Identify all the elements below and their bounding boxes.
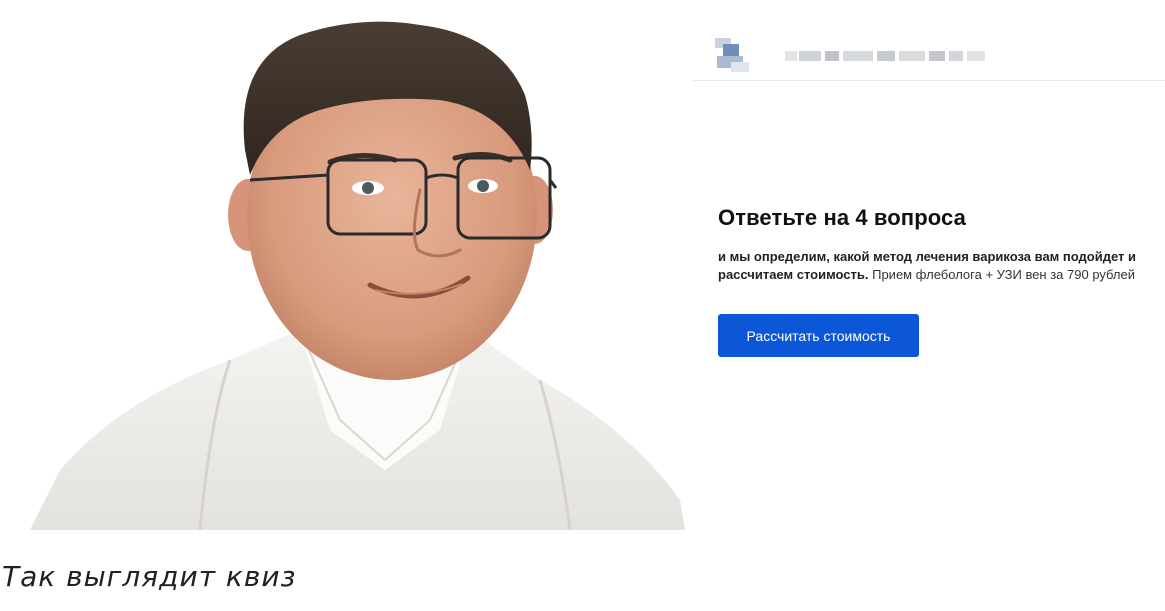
quiz-header: [693, 28, 1165, 81]
doctor-photo: [0, 0, 693, 530]
doctor-portrait-image: [30, 21, 685, 530]
page: Ответьте на 4 вопроса и мы определим, ка…: [0, 0, 1165, 611]
quiz-description: и мы определим, какой метод лечения вари…: [718, 248, 1158, 284]
quiz-heading: Ответьте на 4 вопроса: [718, 205, 966, 230]
calculate-cost-button[interactable]: Рассчитать стоимость: [718, 314, 919, 357]
blurred-logo-icon: [715, 38, 751, 74]
blurred-site-title: [785, 51, 985, 61]
quiz-description-regular: Прием флеболога + УЗИ вен за 790 рублей: [868, 267, 1135, 282]
figure-caption: Так выглядит квиз: [2, 560, 297, 593]
